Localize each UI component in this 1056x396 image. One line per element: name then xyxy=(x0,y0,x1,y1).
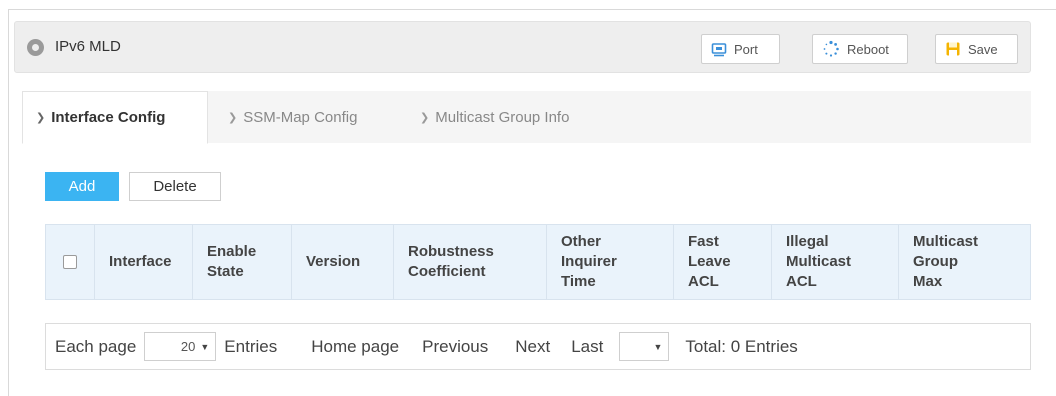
page-title: IPv6 MLD xyxy=(55,38,121,55)
column-header-enable-state: Enable State xyxy=(192,224,292,300)
last-link[interactable]: Last xyxy=(571,337,603,357)
column-header-version: Version xyxy=(291,224,394,300)
caret-down-icon: ▼ xyxy=(200,341,210,352)
reboot-icon xyxy=(822,40,840,58)
select-all-checkbox[interactable] xyxy=(63,255,77,270)
column-header-fast-leave-acl: Fast Leave ACL xyxy=(673,224,772,300)
reboot-button[interactable]: Reboot xyxy=(812,34,908,64)
port-button[interactable]: Port xyxy=(701,34,780,64)
save-button-label: Save xyxy=(968,41,998,57)
column-header-illegal-multicast-acl: Illegal Multicast ACL xyxy=(771,224,899,300)
each-page-label: Each page xyxy=(55,336,137,356)
caret-down-icon: ▼ xyxy=(653,341,663,352)
delete-button[interactable]: Delete xyxy=(129,172,221,201)
tab-interface-config[interactable]: ❯ Interface Config xyxy=(22,91,208,144)
page-header: IPv6 MLD Port Reboot Save xyxy=(14,21,1031,73)
chevron-right-icon: ❯ xyxy=(228,111,238,124)
column-header-multicast-group-max: Multicast Group Max xyxy=(898,224,1031,300)
select-all-cell xyxy=(45,224,95,300)
column-header-other-inquirer-time: Other Inquirer Time xyxy=(546,224,674,300)
tab-bar: ❯ Interface Config ❯ SSM-Map Config ❯ Mu… xyxy=(22,91,1031,144)
page-number-select[interactable]: ▼ xyxy=(619,332,670,361)
page-size-select[interactable]: 20 ▼ xyxy=(144,332,217,361)
reboot-button-label: Reboot xyxy=(847,41,889,57)
tab-ssm-map-config[interactable]: ❯ SSM-Map Config xyxy=(208,91,400,143)
tab-label: Interface Config xyxy=(51,109,166,126)
monitor-icon xyxy=(711,42,727,57)
chevron-right-icon: ❯ xyxy=(420,111,430,124)
column-header-robustness-coefficient: Robustness Coefficient xyxy=(393,224,547,300)
next-link[interactable]: Next xyxy=(515,337,550,357)
save-button[interactable]: Save xyxy=(935,34,1018,64)
add-button[interactable]: Add xyxy=(45,172,119,201)
previous-link[interactable]: Previous xyxy=(422,337,488,357)
interface-table: Interface Enable State Version Robustness… xyxy=(45,224,1031,300)
column-header-interface: Interface xyxy=(94,224,193,300)
tab-label: Multicast Group Info xyxy=(435,108,570,126)
table-header-row: Interface Enable State Version Robustness… xyxy=(45,224,1031,300)
save-icon xyxy=(945,41,961,57)
pagination-bar: Each page 20 ▼ Entries Home page Previou… xyxy=(45,323,1031,370)
port-button-label: Port xyxy=(734,41,758,57)
location-icon xyxy=(27,39,44,56)
entries-label: Entries xyxy=(224,336,278,356)
chevron-right-icon: ❯ xyxy=(36,112,46,124)
total-entries: Total: 0 Entries xyxy=(685,336,798,356)
home-page-link[interactable]: Home page xyxy=(311,337,399,357)
tab-label: SSM-Map Config xyxy=(243,108,358,126)
tab-multicast-group-info[interactable]: ❯ Multicast Group Info xyxy=(400,91,1031,143)
